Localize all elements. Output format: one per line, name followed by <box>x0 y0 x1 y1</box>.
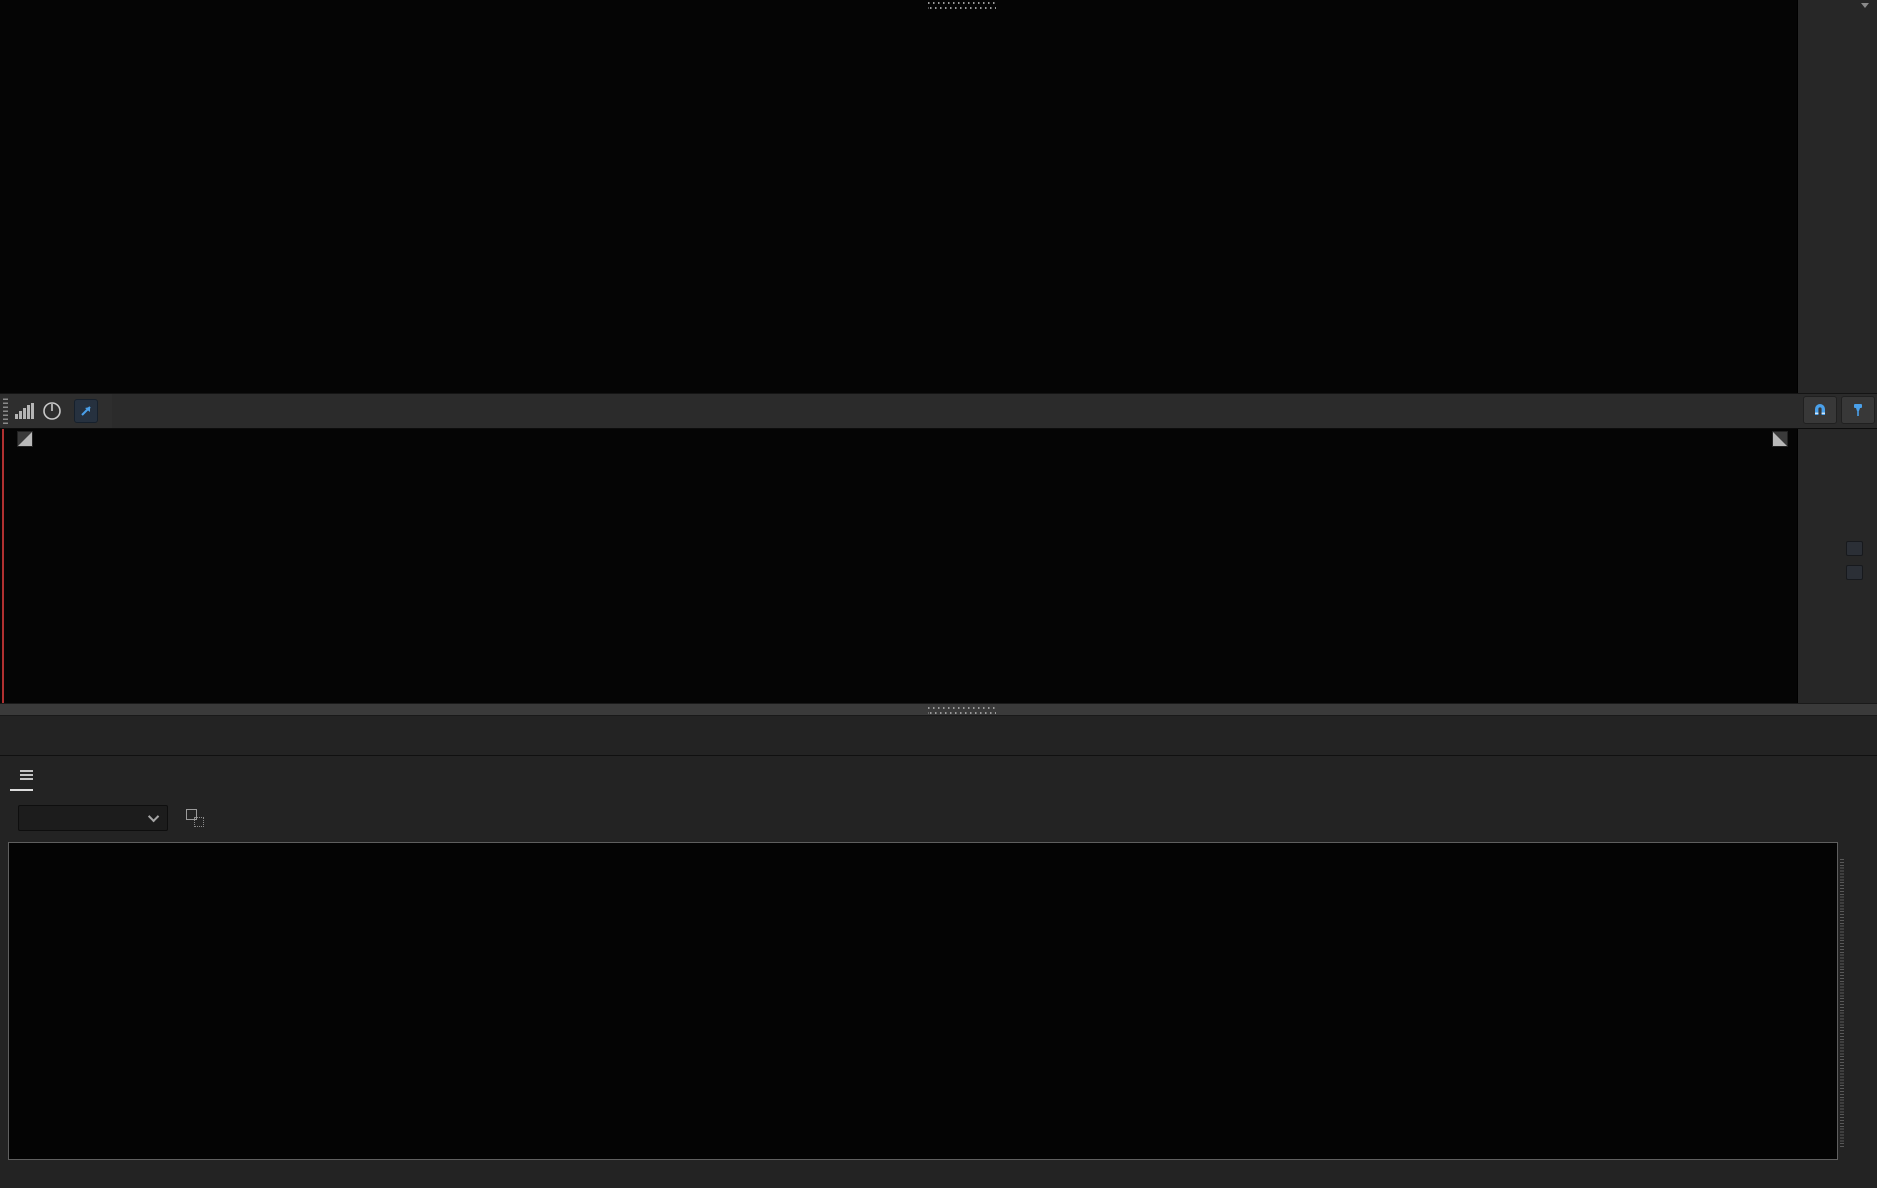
frequency-analysis-plot[interactable] <box>8 842 1838 1160</box>
marker-pin-button[interactable] <box>1841 396 1875 424</box>
toolbar-grip[interactable] <box>3 398 8 424</box>
waveform-canvas[interactable] <box>8 429 1797 703</box>
scale-dropdown[interactable] <box>18 805 168 831</box>
panel-tabs <box>10 756 67 794</box>
amplitude-scale[interactable] <box>1797 429 1877 703</box>
panel-resize-grip[interactable] <box>928 707 996 714</box>
frequency-analysis-panel <box>0 755 1877 1188</box>
magnet-icon <box>1812 402 1828 418</box>
spectrogram-canvas[interactable] <box>8 0 1797 393</box>
copy-frame-icon[interactable] <box>186 809 204 827</box>
transport-bar <box>0 716 1877 755</box>
levels-icon[interactable] <box>14 402 36 420</box>
decibel-axis <box>1840 842 1877 1188</box>
pin-arrow-icon <box>79 404 93 418</box>
frequency-scale[interactable] <box>1797 0 1877 393</box>
clock-gauge-icon[interactable] <box>42 401 62 421</box>
tab-frequency-analysis[interactable] <box>10 756 33 794</box>
push-pin-icon <box>1850 402 1866 418</box>
ruler-right-tools <box>1803 396 1875 424</box>
fade-out-handle[interactable] <box>1772 431 1788 447</box>
timeline-ruler-row <box>0 393 1877 429</box>
snapping-toggle-button[interactable] <box>1803 396 1837 424</box>
panel-resize-grip[interactable] <box>928 2 996 9</box>
timeline-ruler[interactable] <box>112 394 1797 428</box>
analysis-controls <box>8 796 250 840</box>
waveform-view[interactable] <box>0 429 1797 703</box>
spectrogram-view[interactable] <box>0 0 1797 393</box>
panel-menu-icon[interactable] <box>20 768 33 782</box>
panel-divider[interactable] <box>0 703 1877 716</box>
analysis-canvas <box>9 843 1837 1159</box>
audition-window <box>0 0 1877 1188</box>
channel-2-badge[interactable] <box>1846 565 1863 580</box>
channel-1-badge[interactable] <box>1846 541 1863 556</box>
playhead[interactable] <box>2 429 4 703</box>
view-controls <box>0 394 112 428</box>
move-playhead-button[interactable] <box>74 399 98 423</box>
frequency-axis <box>8 1161 1838 1188</box>
scale-menu-arrow-icon[interactable] <box>1861 3 1869 8</box>
chevron-down-icon <box>148 811 159 822</box>
fade-in-handle[interactable] <box>17 431 33 447</box>
